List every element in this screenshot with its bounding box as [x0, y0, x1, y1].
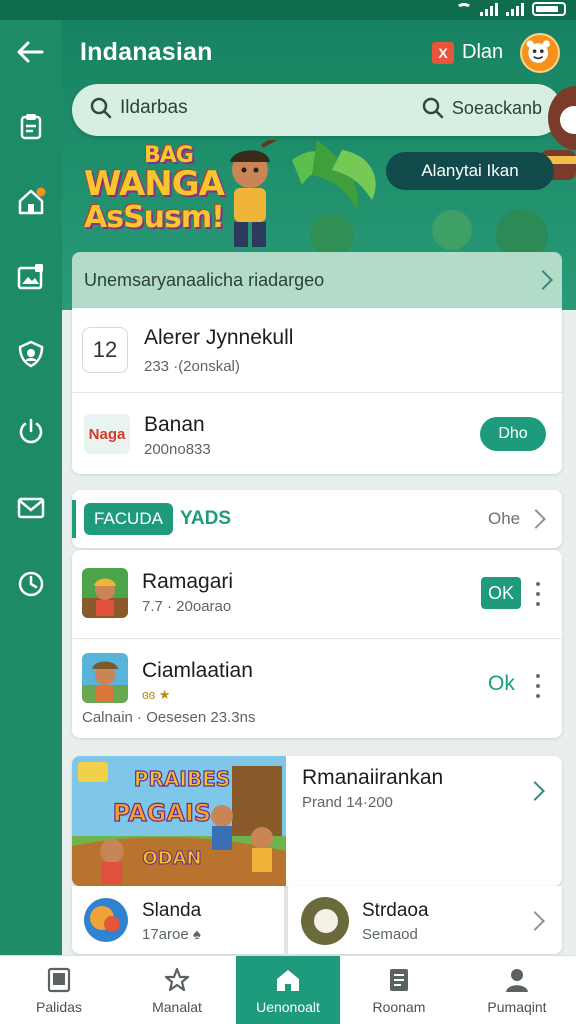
signal-icon-2	[506, 2, 524, 16]
clipboard-icon[interactable]	[15, 110, 47, 142]
section-accent-bar	[72, 500, 76, 538]
banner-title: BAG WANGA AsSusm!	[84, 145, 244, 235]
list-item-subtitle: 233 ·(2onskal)	[144, 358, 240, 375]
list-item-title: Banan	[144, 413, 205, 436]
nav-label: Roonam	[372, 999, 426, 1015]
search-icon	[90, 97, 112, 119]
tablet-icon	[47, 967, 71, 993]
banner-cta-button[interactable]: Alanytai Ikan	[386, 152, 554, 190]
nav-label: Palidas	[36, 999, 82, 1015]
history-icon[interactable]	[15, 568, 47, 600]
featured-card[interactable]: PRAIBES PAGAIS ODAN Rmanaiirankan Prand …	[72, 756, 562, 886]
app-thumbnail: Naga	[84, 414, 130, 454]
game-title: Ciamlaatian	[142, 659, 253, 682]
app-thumbnail: 12	[82, 327, 128, 373]
avatar[interactable]	[520, 33, 560, 73]
featured-art-text-3: ODAN	[142, 848, 201, 869]
game-rating: ɞɞ ★	[142, 687, 171, 702]
more-options-icon[interactable]	[535, 582, 541, 606]
banner-title-line2: AsSusm!	[84, 200, 225, 235]
star-icon	[164, 967, 190, 992]
mini-card[interactable]: Strdaoa Semaod	[288, 886, 562, 954]
section-title: YADS	[180, 508, 232, 529]
chevron-right-icon	[525, 911, 545, 931]
header-link[interactable]: Dlan	[462, 41, 503, 64]
search-action-label: Soeackanb	[451, 97, 542, 118]
mini-card-icon	[301, 897, 349, 945]
arrow-left-icon	[17, 41, 44, 63]
featured-art-text-1: PRAIBES	[134, 767, 230, 791]
wifi-icon	[456, 3, 472, 15]
page-title: Indanasian	[80, 38, 213, 66]
game-subtitle: 7.7 · 20oarao	[142, 598, 232, 615]
image-gallery-icon[interactable]	[15, 260, 47, 292]
game-thumbnail	[82, 653, 128, 703]
more-options-icon[interactable]	[535, 674, 541, 698]
game-title: Ramagari	[142, 570, 234, 593]
list-item[interactable]: 12 Alerer Jynnekull 233 ·(2onskal)	[72, 308, 562, 392]
game-list-card: Ramagari 7.7 · 20oarao OK Ciamlaatian ɞɞ…	[72, 550, 562, 738]
notice-text: Unemsaryanaalicha riadargeo	[84, 269, 325, 290]
power-icon[interactable]	[15, 415, 47, 447]
game-row[interactable]: Ramagari 7.7 · 20oarao OK	[72, 550, 562, 638]
document-icon	[390, 969, 408, 991]
mini-card[interactable]: Slanda 17aroe ♠	[72, 886, 284, 954]
mini-card-subtitle: 17aroe ♠	[142, 926, 201, 943]
nav-label: Manalat	[152, 999, 202, 1015]
featured-art-text-2: PAGAIS	[113, 799, 211, 827]
sidebar	[0, 20, 62, 955]
notice-strip[interactable]: Unemsaryanaalicha riadargeo	[72, 252, 562, 308]
game-subtitle: Calnain · Oesesen 23.3ns	[82, 709, 256, 726]
search-action[interactable]: Soeackanb	[422, 97, 542, 119]
banner-title-line1: WANGA	[84, 164, 225, 204]
profile-icon	[506, 969, 528, 992]
chevron-right-icon	[533, 270, 553, 290]
top-list-card: 12 Alerer Jynnekull 233 ·(2onskal) Naga …	[72, 308, 562, 474]
game-row[interactable]: Ciamlaatian ɞɞ ★ Calnain · Oesesen 23.3n…	[72, 639, 562, 737]
game-thumbnail	[82, 568, 128, 618]
list-item-subtitle: 200no833	[144, 441, 211, 458]
nav-item-home[interactable]: Uenonoalt	[236, 956, 340, 1024]
nav-label: Uenonoalt	[256, 999, 320, 1015]
section-tag: FACUDA	[84, 503, 173, 535]
chevron-right-icon	[525, 781, 545, 801]
list-item[interactable]: Naga Banan 200no833 Dho	[72, 393, 562, 473]
ok-button[interactable]: OK	[481, 577, 521, 609]
nav-item-manalat[interactable]: Manalat	[118, 956, 236, 1024]
home-badge-icon[interactable]	[15, 185, 47, 217]
bottom-navigation: Palidas Manalat Uenonoalt Roonam Pumaqin…	[0, 955, 576, 1024]
nav-item-palidas[interactable]: Palidas	[0, 956, 118, 1024]
ok-button[interactable]: Ok	[488, 672, 515, 696]
back-button[interactable]	[14, 36, 46, 68]
shield-icon[interactable]	[15, 338, 47, 370]
flag-icon: X	[432, 42, 454, 64]
list-item-title: Alerer Jynnekull	[144, 326, 294, 349]
mini-card-subtitle: Semaod	[362, 926, 418, 943]
section-header: FACUDA YADS Ohe	[72, 490, 562, 548]
home-icon	[277, 970, 299, 991]
mail-icon[interactable]	[15, 492, 47, 524]
featured-title: Rmanaiirankan	[302, 766, 444, 789]
see-all-link[interactable]: Ohe	[488, 509, 520, 529]
featured-subtitle: Prand 14·200	[302, 794, 393, 811]
search-input[interactable]: Ildarbas	[120, 97, 188, 119]
nav-label: Pumaqint	[487, 999, 547, 1015]
nav-item-profile[interactable]: Pumaqint	[458, 956, 576, 1024]
search-bar[interactable]: Ildarbas Soeackanb	[72, 84, 562, 136]
search-icon-right	[422, 97, 444, 119]
mini-card-title: Slanda	[142, 900, 202, 921]
nav-item-roonam[interactable]: Roonam	[340, 956, 458, 1024]
install-button[interactable]: Dho	[480, 417, 546, 451]
featured-illustration: PRAIBES PAGAIS ODAN	[72, 756, 286, 886]
battery-icon	[532, 2, 566, 16]
status-bar	[0, 0, 576, 20]
mini-card-title: Strdaoa	[362, 900, 429, 921]
chevron-right-icon	[526, 509, 546, 529]
signal-icon	[480, 2, 498, 16]
mini-card-icon	[84, 898, 128, 942]
